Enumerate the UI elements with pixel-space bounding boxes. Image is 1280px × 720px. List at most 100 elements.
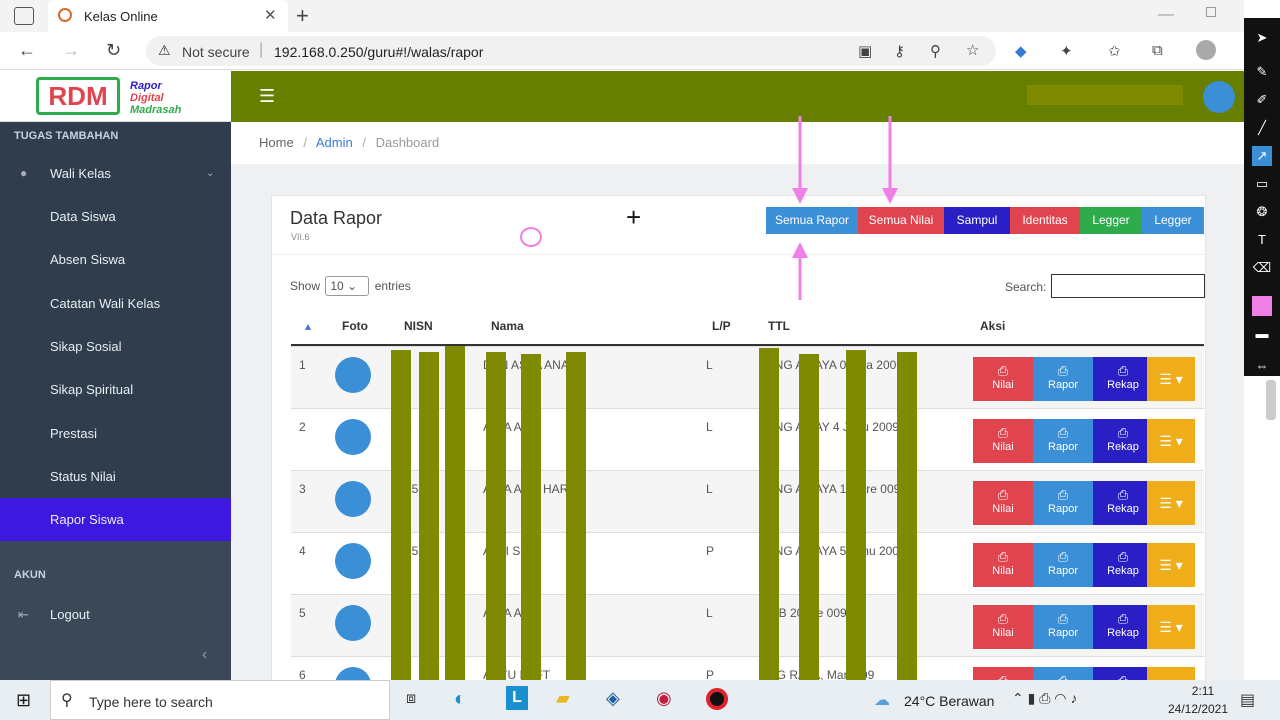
edge-icon[interactable]: ◐	[454, 688, 466, 711]
breadcrumb-admin[interactable]: Admin	[316, 135, 353, 150]
rapor-button[interactable]: ⎙Rapor	[1033, 667, 1093, 680]
col-nisn[interactable]: NISN	[387, 306, 475, 346]
col-lp[interactable]: L/P	[698, 306, 752, 346]
sampul-button[interactable]: Sampul	[944, 207, 1010, 234]
highlighter-tool-icon[interactable]: ✐	[1252, 90, 1272, 110]
rapor-button[interactable]: ⎙Rapor	[1033, 543, 1093, 587]
maximize-icon[interactable]	[1206, 7, 1216, 17]
blocked-popup-icon[interactable]: ▣	[858, 42, 872, 60]
identitas-button[interactable]: Identitas	[1010, 207, 1080, 234]
sidebar-item-logout[interactable]: ⇤ Logout	[0, 593, 231, 636]
close-tab-icon[interactable]: ✕	[264, 6, 277, 24]
expand-toolbar-icon[interactable]: ⇔	[1252, 356, 1272, 376]
refresh-icon[interactable]: ↻	[106, 40, 121, 61]
sort-number-header[interactable]: ▴	[291, 306, 325, 346]
col-foto[interactable]: Foto	[325, 306, 387, 346]
user-avatar-icon[interactable]	[1203, 81, 1235, 113]
notification-icon[interactable]: ▤	[1240, 690, 1255, 710]
app-l-icon[interactable]: L	[506, 686, 528, 710]
clock-date[interactable]: 24/12/2021	[1158, 702, 1238, 716]
collections-icon[interactable]: ⧉	[1152, 42, 1163, 59]
col-nama[interactable]: Nama	[475, 306, 698, 346]
rekap-button[interactable]: ⎙Rekap	[1093, 419, 1153, 463]
more-actions-menu-icon[interactable]: ☰ ▾	[1147, 605, 1195, 649]
rekap-button[interactable]: ⎙Rekap	[1093, 481, 1153, 525]
sidebar-item-absen-siswa[interactable]: Absen Siswa	[0, 238, 231, 281]
key-icon[interactable]: ⚷	[894, 42, 905, 60]
sidebar-item-sikap-spiritual[interactable]: Sikap Spiritual	[0, 368, 231, 411]
new-tab-icon[interactable]: +	[296, 3, 309, 29]
legger-excel-button[interactable]: Legger	[1142, 207, 1204, 234]
nilai-button[interactable]: ⎙Nilai	[973, 543, 1033, 587]
text-tool-icon[interactable]: T	[1252, 230, 1272, 250]
nilai-button[interactable]: ⎙Nilai	[973, 605, 1033, 649]
col-aksi[interactable]: Aksi	[964, 306, 1204, 346]
line-tool-icon[interactable]: ╱	[1252, 118, 1272, 138]
forward-icon[interactable]: →	[62, 40, 80, 61]
rekap-button[interactable]: ⎙Rekap	[1093, 605, 1153, 649]
breadcrumb-home[interactable]: Home	[259, 135, 294, 150]
more-actions-menu-icon[interactable]: ☰ ▾	[1147, 543, 1195, 587]
minimize-icon[interactable]: —	[1158, 6, 1174, 24]
menu-toggle-icon[interactable]: ☰	[259, 86, 275, 107]
sidebar-item-rapor-siswa[interactable]: Rapor Siswa	[0, 498, 231, 541]
entries-select[interactable]: 10 ⌄	[325, 276, 370, 296]
legger-button[interactable]: Legger	[1080, 207, 1142, 234]
nilai-button[interactable]: ⎙Nilai	[973, 357, 1033, 401]
sidebar-item-catatan[interactable]: Catatan Wali Kelas	[0, 282, 231, 325]
stamp-tool-icon[interactable]: ❂	[1252, 202, 1272, 222]
url-field[interactable]: ⚠ Not secure | 192.168.0.250/guru#!/wala…	[146, 36, 996, 66]
color-swatch-icon[interactable]	[1252, 296, 1272, 316]
rectangle-tool-icon[interactable]: ▭	[1252, 174, 1272, 194]
pen-tool-icon[interactable]: ✎	[1252, 62, 1272, 82]
rekap-button[interactable]: ⎙Rekap	[1093, 357, 1153, 401]
tab-actions-icon[interactable]	[14, 7, 34, 25]
rapor-button[interactable]: ⎙Rapor	[1033, 357, 1093, 401]
favorites-icon[interactable]: ✩	[1108, 42, 1121, 60]
clock-time[interactable]: 2:11	[1178, 684, 1228, 698]
weather-text[interactable]: 24°C Berawan	[904, 693, 994, 709]
eraser-tool-icon[interactable]: ⌫	[1252, 258, 1272, 278]
col-ttl[interactable]: TTL	[752, 306, 964, 346]
task-view-icon[interactable]: ⧈	[406, 690, 416, 708]
arrow-tool-icon[interactable]: ↗	[1252, 146, 1272, 166]
nilai-button[interactable]: ⎙Nilai	[973, 481, 1033, 525]
sidebar-item-status-nilai[interactable]: Status Nilai	[0, 455, 231, 498]
back-icon[interactable]: ←	[18, 40, 36, 61]
rekap-button[interactable]: ⎙Rekap	[1093, 543, 1153, 587]
virtualbox-icon[interactable]: ◈	[606, 688, 620, 709]
taskbar-search[interactable]: ⚲ Type here to search	[50, 680, 390, 720]
rapor-button[interactable]: ⎙Rapor	[1033, 605, 1093, 649]
zoom-icon[interactable]: ⚲	[930, 42, 941, 60]
stroke-width-icon[interactable]: ▬	[1252, 324, 1272, 344]
sidebar-item-data-siswa[interactable]: Data Siswa	[0, 195, 231, 238]
page-scrollbar[interactable]	[1266, 380, 1276, 420]
collapse-sidebar-icon[interactable]: ‹	[202, 646, 207, 664]
sidebar-item-sikap-sosial[interactable]: Sikap Sosial	[0, 325, 231, 368]
windows-start-icon[interactable]: ⊞	[16, 690, 31, 711]
more-actions-menu-icon[interactable]: ☰ ▾	[1147, 419, 1195, 463]
file-explorer-icon[interactable]: ▰	[556, 688, 570, 709]
pointer-tool-icon[interactable]: ➤	[1252, 28, 1272, 48]
record-icon[interactable]	[706, 688, 728, 710]
more-actions-menu-icon[interactable]: ☰ ▾	[1147, 481, 1195, 525]
rapor-button[interactable]: ⎙Rapor	[1033, 419, 1093, 463]
more-actions-menu-icon[interactable]: ☰ ▾	[1147, 357, 1195, 401]
profile-icon[interactable]	[1196, 40, 1216, 60]
favorite-icon[interactable]: ☆	[966, 41, 979, 59]
browser-tab[interactable]: Kelas Online ✕	[48, 0, 288, 32]
brand-logo[interactable]: RDM Rapor Digital Madrasah	[0, 71, 231, 122]
rekap-button[interactable]: ⎙Rekap	[1093, 667, 1153, 680]
nilai-button[interactable]: ⎙Nilai	[973, 419, 1033, 463]
rapor-button[interactable]: ⎙Rapor	[1033, 481, 1093, 525]
more-actions-menu-icon[interactable]: ☰ ▾	[1147, 667, 1195, 680]
screen-app-icon[interactable]: ◉	[656, 688, 672, 709]
weather-icon[interactable]: ☁	[874, 690, 890, 710]
puzzle-icon[interactable]: ✦	[1060, 42, 1073, 60]
search-input[interactable]	[1051, 274, 1205, 298]
extension-icon[interactable]: ◆	[1015, 42, 1027, 60]
nilai-button[interactable]: ⎙Nilai	[973, 667, 1033, 680]
system-tray-icons[interactable]: ⌃ ▮ ⎙ ◠ ♪	[1012, 690, 1077, 707]
sidebar-item-wali-kelas[interactable]: ● Wali Kelas ⌄	[0, 152, 231, 195]
sidebar-item-prestasi[interactable]: Prestasi	[0, 412, 231, 455]
